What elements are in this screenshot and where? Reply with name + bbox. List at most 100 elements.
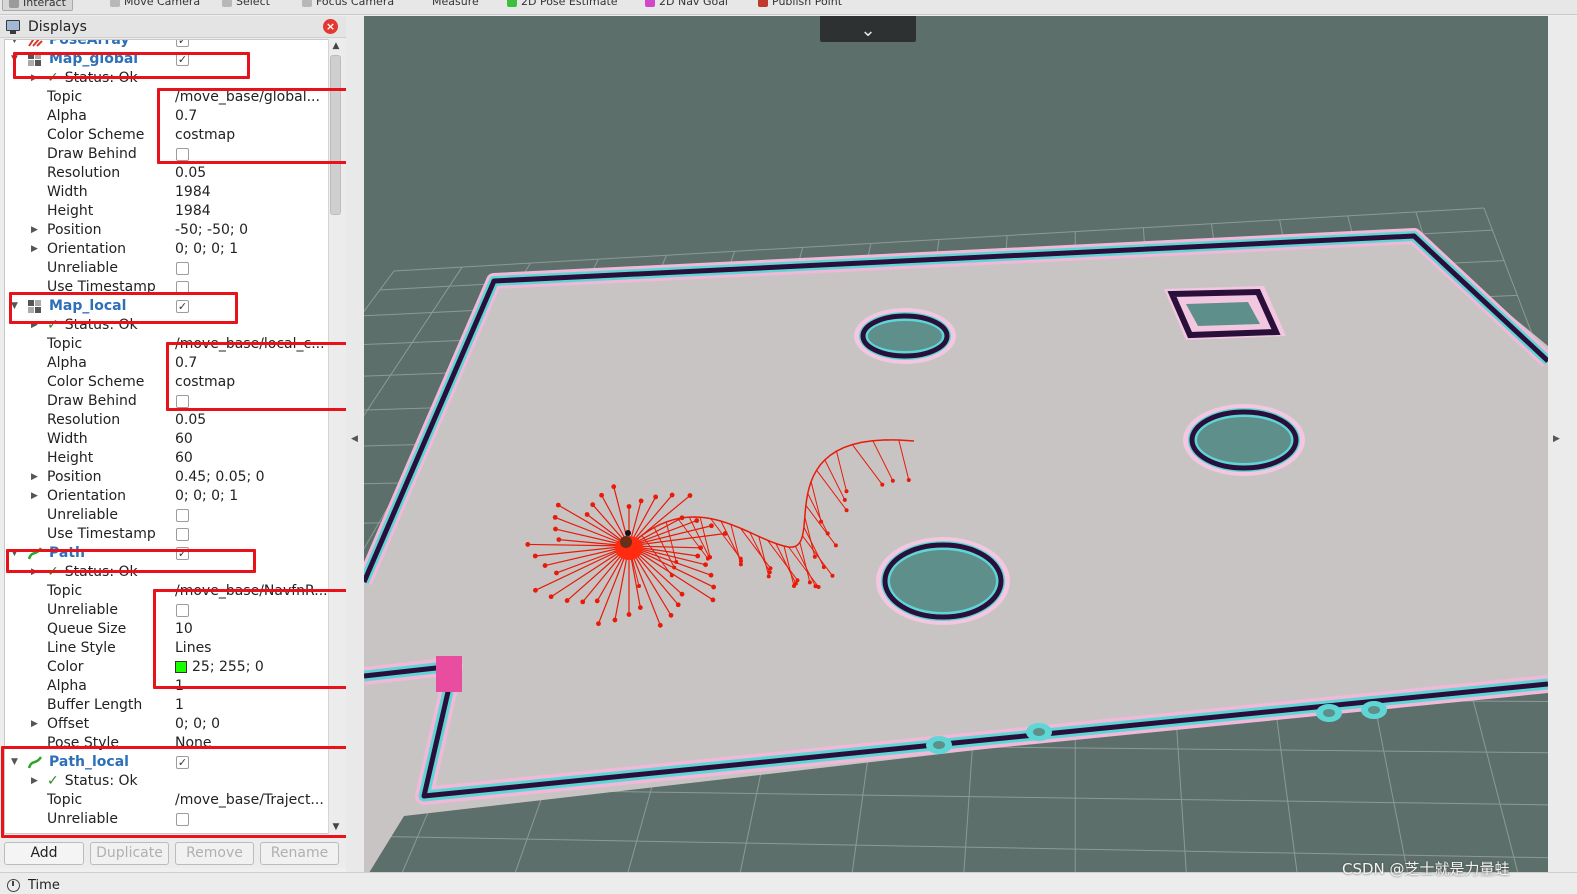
property-row[interactable]: Topic/move_base/NavfnR... [5, 582, 328, 601]
property-checkbox[interactable] [176, 148, 189, 161]
property-row[interactable]: Color 25; 255; 0 [5, 658, 328, 677]
property-row[interactable]: Draw Behind [5, 145, 328, 164]
property-value[interactable]: 0.05 [175, 164, 327, 183]
expand-arrow-icon[interactable]: ▶ [31, 69, 41, 88]
property-row[interactable]: Use Timestamp [5, 278, 328, 297]
property-row[interactable]: Width 60 [5, 430, 328, 449]
collapse-toolbar-button[interactable]: ⌄ [820, 16, 916, 42]
property-checkbox[interactable] [176, 281, 189, 294]
expand-arrow-icon[interactable]: ▶ [31, 487, 41, 506]
status-row[interactable]: ▶ ✓ Status: Ok [5, 316, 328, 335]
property-row[interactable]: Pose Style None [5, 734, 328, 753]
property-value[interactable]: Lines [175, 639, 327, 658]
expand-arrow-icon[interactable]: ▼ [11, 544, 21, 563]
property-row[interactable]: Line Style Lines [5, 639, 328, 658]
property-row[interactable]: Alpha 1 [5, 677, 328, 696]
status-row[interactable]: ▶ ✓ Status: Ok [5, 772, 328, 791]
property-value[interactable]: 1984 [175, 202, 327, 221]
display-enabled-checkbox[interactable] [176, 547, 189, 560]
property-value[interactable]: /move_base/global... [175, 88, 327, 107]
3d-scene[interactable] [364, 16, 1548, 872]
tool-select[interactable]: Select [222, 0, 270, 11]
status-row[interactable]: ▶ ✓ Status: Ok [5, 563, 328, 582]
expand-arrow-icon[interactable]: ▶ [31, 240, 41, 259]
display-enabled-checkbox[interactable] [176, 40, 189, 47]
property-row[interactable]: Alpha 0.7 [5, 354, 328, 373]
expand-arrow-icon[interactable]: ▶ [31, 316, 41, 335]
property-checkbox[interactable] [176, 528, 189, 541]
property-value[interactable]: costmap [175, 373, 327, 392]
property-row[interactable]: Unreliable [5, 506, 328, 525]
property-row[interactable]: ▶ Orientation 0; 0; 0; 1 [5, 487, 328, 506]
property-value[interactable]: -50; -50; 0 [175, 221, 327, 240]
display-map-global[interactable]: ▼ Map_global [5, 50, 328, 69]
displays-tree[interactable]: ▼ PoseArray ▼ Map_global ▶ ✓Status: Ok Topic/m… [4, 39, 329, 834]
tool-interact[interactable]: Interact [2, 0, 73, 11]
property-row[interactable]: Unreliable [5, 259, 328, 278]
property-value[interactable]: None [175, 734, 327, 753]
expand-arrow-icon[interactable]: ▼ [11, 50, 21, 69]
property-value[interactable]: 0; 0; 0 [175, 715, 327, 734]
add-button[interactable]: Add [4, 842, 84, 865]
property-row[interactable]: Topic/move_base/Traject... [5, 791, 328, 810]
property-value[interactable]: 0.05 [175, 411, 327, 430]
display-path-local[interactable]: ▼ Path_local [5, 753, 328, 772]
property-checkbox[interactable] [176, 509, 189, 522]
property-value[interactable]: 0.7 [175, 107, 327, 126]
property-value[interactable]: /move_base/Traject... [175, 791, 327, 810]
tool-2d-pose-estimate[interactable]: 2D Pose Estimate [507, 0, 618, 11]
display-pose-array[interactable]: ▼ PoseArray [5, 40, 328, 50]
property-row[interactable]: Use Timestamp [5, 525, 328, 544]
property-row[interactable]: Color Scheme costmap [5, 126, 328, 145]
property-row[interactable]: Resolution 0.05 [5, 411, 328, 430]
property-row[interactable]: Queue Size 10 [5, 620, 328, 639]
property-row[interactable]: ▶ Orientation 0; 0; 0; 1 [5, 240, 328, 259]
property-value[interactable]: 25; 255; 0 [175, 658, 327, 677]
property-checkbox[interactable] [176, 604, 189, 617]
collapse-right-arrow-icon[interactable]: ▶ [1553, 434, 1560, 444]
property-value[interactable]: 0; 0; 0; 1 [175, 240, 327, 259]
tool-publish-point[interactable]: Publish Point [758, 0, 842, 11]
expand-arrow-icon[interactable]: ▼ [11, 297, 21, 316]
display-map-local[interactable]: ▼ Map_local [5, 297, 328, 316]
right-panel-splitter[interactable]: ▶ [1548, 16, 1577, 872]
tool-move-camera[interactable]: Move Camera [110, 0, 200, 11]
property-row[interactable]: Topic/move_base/local_c... [5, 335, 328, 354]
3d-viewport[interactable]: ⌄ [364, 16, 1548, 872]
expand-arrow-icon[interactable]: ▶ [31, 772, 41, 791]
property-row[interactable]: Unreliable [5, 810, 328, 829]
tool-measure[interactable]: Measure [432, 0, 479, 11]
property-value[interactable]: 1984 [175, 183, 327, 202]
property-value[interactable]: 60 [175, 430, 327, 449]
expand-arrow-icon[interactable]: ▼ [11, 753, 21, 772]
property-row[interactable]: Height 60 [5, 449, 328, 468]
tool-2d-nav-goal[interactable]: 2D Nav Goal [645, 0, 728, 11]
property-row[interactable]: Draw Behind [5, 392, 328, 411]
display-enabled-checkbox[interactable] [176, 756, 189, 769]
display-enabled-checkbox[interactable] [176, 53, 189, 66]
expand-arrow-icon[interactable]: ▶ [31, 563, 41, 582]
rename-button[interactable]: Rename [260, 842, 339, 865]
property-row[interactable]: Unreliable [5, 601, 328, 620]
remove-button[interactable]: Remove [175, 842, 254, 865]
scroll-up-arrow-icon[interactable]: ▲ [329, 39, 343, 53]
close-icon[interactable]: × [323, 19, 338, 34]
expand-arrow-icon[interactable]: ▶ [31, 715, 41, 734]
property-value[interactable]: /move_base/NavfnR... [175, 582, 327, 601]
property-row[interactable]: Buffer Length 1 [5, 696, 328, 715]
property-value[interactable]: 60 [175, 449, 327, 468]
property-row[interactable]: Color Scheme costmap [5, 373, 328, 392]
scroll-down-arrow-icon[interactable]: ▼ [329, 820, 343, 834]
collapse-left-arrow-icon[interactable]: ◀ [351, 434, 358, 444]
property-row[interactable]: Height 1984 [5, 202, 328, 221]
property-value[interactable]: 0.7 [175, 354, 327, 373]
property-row[interactable]: ▶ Position 0.45; 0.05; 0 [5, 468, 328, 487]
property-value[interactable]: /move_base/local_c... [175, 335, 327, 354]
tree-scrollbar[interactable]: ▲ ▼ [328, 39, 342, 834]
property-row[interactable]: Resolution 0.05 [5, 164, 328, 183]
color-swatch[interactable] [175, 661, 187, 673]
tool-focus-camera[interactable]: Focus Camera [302, 0, 394, 11]
property-value[interactable]: 1 [175, 696, 327, 715]
panel-splitter[interactable]: ◀ [346, 16, 364, 872]
status-row[interactable]: ▶ ✓ Status: Ok [5, 69, 328, 88]
